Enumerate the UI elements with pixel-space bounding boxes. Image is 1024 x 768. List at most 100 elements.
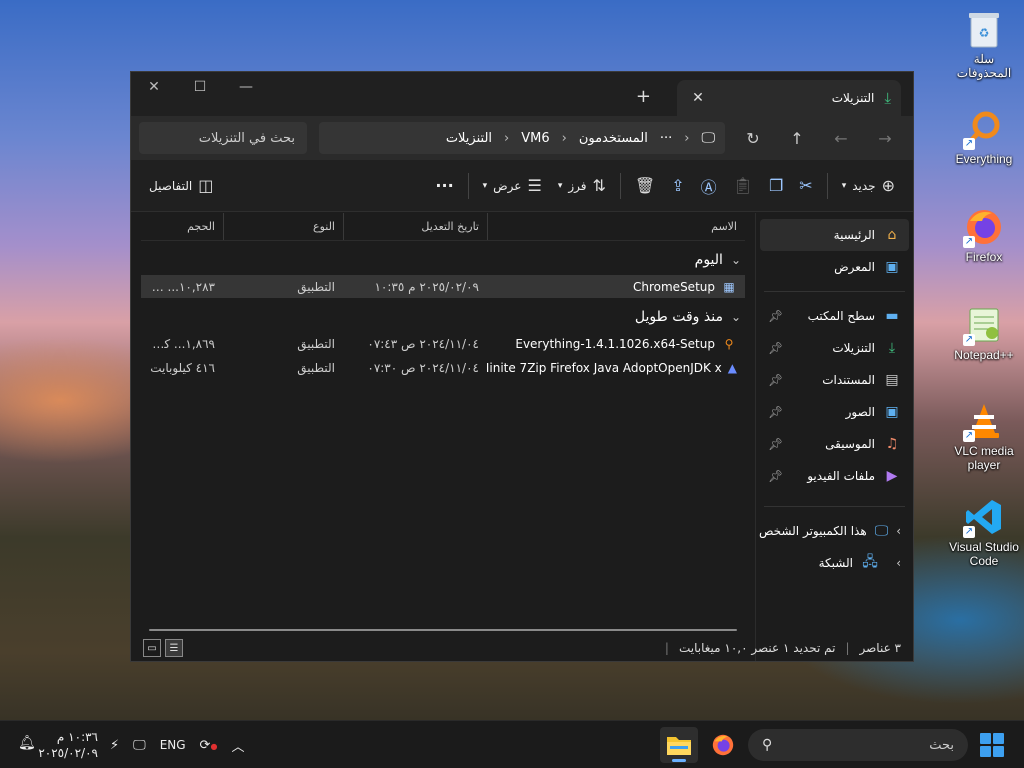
sidebar-item-this-pc[interactable]: › 🖵 هذا الكمبيوتر الشخص: [758, 515, 909, 547]
cut-button[interactable]: ✂: [791, 170, 820, 202]
more-options-button[interactable]: ···: [427, 170, 461, 202]
column-header-size[interactable]: الحجم: [141, 213, 223, 240]
desktop-icon-everything[interactable]: ↗ Everything: [946, 108, 1022, 166]
pin-icon[interactable]: 📌︎: [768, 373, 783, 387]
search-placeholder: بحث في التنزيلات: [198, 130, 295, 146]
chevron-icon: ‹: [561, 130, 567, 146]
sidebar-item-label: المستندات: [822, 373, 875, 387]
start-button[interactable]: [980, 733, 1004, 757]
details-label: التفاصيل: [149, 178, 193, 193]
arrow-up-icon: ↑: [790, 128, 804, 148]
group-title: اليوم: [694, 252, 723, 268]
maximize-button[interactable]: ☐: [177, 72, 223, 102]
desktop-icon-vlc[interactable]: ↗ VLC media player: [946, 400, 1022, 472]
sidebar-item-label: هذا الكمبيوتر الشخص: [758, 524, 867, 538]
column-header-type[interactable]: النوع: [223, 213, 343, 240]
clipboard-icon: 📋︎: [732, 176, 753, 195]
sidebar-item-documents[interactable]: ▤ المستندات 📌︎: [760, 364, 909, 396]
new-button[interactable]: ⊕ جديد ▾: [834, 170, 903, 202]
desktop-icon-notepadpp[interactable]: ↗ Notepad++: [946, 304, 1022, 362]
vscode-icon: ↗: [963, 496, 1005, 538]
shortcut-arrow-icon: ↗: [963, 138, 975, 150]
share-button[interactable]: ⇪: [663, 170, 692, 202]
taskbar-search[interactable]: بحث ⚲: [748, 729, 968, 761]
close-window-button[interactable]: ✕: [131, 72, 177, 102]
sort-button[interactable]: ⇅ فرز ▾: [550, 170, 614, 202]
taskbar-firefox[interactable]: [704, 727, 742, 763]
up-button[interactable]: ↑: [777, 122, 817, 154]
trash-icon: 🗑︎: [634, 176, 656, 195]
delete-button[interactable]: 🗑︎: [627, 170, 663, 202]
rename-button[interactable]: Ⓐ: [693, 170, 725, 202]
minimize-button[interactable]: —: [223, 72, 269, 102]
folder-icon: [667, 737, 691, 755]
breadcrumb-downloads[interactable]: التنزيلات: [446, 131, 492, 146]
tab-downloads[interactable]: ⤓ التنزيلات ✕: [677, 80, 901, 116]
view-switcher: ▭ ☰: [143, 639, 183, 657]
desktop-icon-vscode[interactable]: ↗ Visual Studio Code: [946, 496, 1022, 568]
paste-button[interactable]: 📋︎: [725, 170, 761, 202]
rename-icon: Ⓐ: [700, 177, 717, 197]
view-label: عرض: [493, 178, 522, 193]
breadcrumb-users[interactable]: المستخدمون: [579, 131, 648, 146]
sidebar-item-home[interactable]: ⌂ الرئيسية: [760, 219, 909, 251]
downloads-icon: ⤓: [888, 340, 896, 356]
desktop-icon-firefox[interactable]: ↗ Firefox: [946, 206, 1022, 264]
sidebar-item-desktop[interactable]: ▬ سطح المكتب 📌︎: [760, 300, 909, 332]
sidebar-item-pictures[interactable]: ▣ الصور 📌︎: [760, 396, 909, 428]
address-bar[interactable]: 🖵 ‹ ··· المستخدمون ‹ VM6 ‹ التنزيلات: [319, 122, 725, 154]
group-header-today[interactable]: ⌄ اليوم: [141, 245, 745, 275]
group-header-long-ago[interactable]: ⌄ منذ وقت طويل: [141, 302, 745, 332]
file-row[interactable]: ▲ Ninite 7Zip Firefox Java AdoptOpenJDK …: [141, 356, 745, 379]
language-indicator[interactable]: ENG: [160, 738, 186, 752]
pin-icon[interactable]: 📌︎: [768, 405, 783, 419]
search-box[interactable]: بحث في التنزيلات: [139, 122, 307, 154]
details-button[interactable]: ◫ التفاصيل: [141, 170, 221, 202]
wifi-icon[interactable]: ⚡︎: [110, 738, 119, 753]
sidebar-item-downloads[interactable]: ⤓ التنزيلات 📌︎: [760, 332, 909, 364]
column-header-name[interactable]: الاسم: [487, 213, 745, 240]
windows-logo-pane: [980, 733, 991, 744]
file-size: ١٠,٢٨٣... كيلو: [144, 279, 215, 294]
chevron-left-icon[interactable]: ›: [896, 524, 901, 538]
details-view-button[interactable]: ☰: [165, 639, 183, 657]
sidebar-item-label: الصور: [845, 405, 875, 419]
breadcrumb-more[interactable]: ···: [660, 131, 672, 146]
chevron-left-icon[interactable]: ›: [887, 556, 901, 570]
desktop-icon-recycle-bin[interactable]: ♻ سلة المحذوفات: [946, 8, 1022, 80]
refresh-button[interactable]: ↻: [733, 122, 773, 154]
tab-close-button[interactable]: ✕: [687, 90, 709, 106]
network-icon: 🖧: [862, 554, 878, 570]
taskbar-file-explorer[interactable]: [660, 727, 698, 763]
pin-icon[interactable]: 📌︎: [768, 341, 783, 355]
copy-button[interactable]: ❐: [761, 170, 791, 202]
update-icon[interactable]: ⟳●: [200, 738, 218, 753]
view-button[interactable]: ☰ عرض ▾: [475, 170, 550, 202]
navigation-pane: ⌂ الرئيسية ▣ المعرض ▬ سطح المكتب 📌︎ ⤓ ال…: [755, 213, 913, 661]
scissors-icon: ✂: [799, 176, 813, 195]
sidebar-item-videos[interactable]: ▶ ملفات الفيديو 📌︎: [760, 460, 909, 492]
large-icons-view-button[interactable]: ▭: [143, 639, 161, 657]
sidebar-item-network[interactable]: › 🖧 الشبكة: [760, 547, 909, 579]
column-header-date[interactable]: تاريخ التعديل: [343, 213, 487, 240]
desktop-icon: ▬: [885, 308, 899, 324]
pin-icon[interactable]: 📌︎: [768, 469, 783, 483]
pin-icon[interactable]: 📌︎: [768, 309, 783, 323]
forward-button[interactable]: ←: [821, 122, 861, 154]
search-icon: ⚲: [762, 737, 773, 753]
notification-bell-icon[interactable]: 🔔︎: [18, 735, 36, 751]
new-tab-button[interactable]: +: [636, 86, 651, 107]
horizontal-scrollbar[interactable]: [149, 629, 737, 631]
file-row[interactable]: ⚲ Everything-1.4.1.1026.x64-Setup ٢٠٢٤/١…: [141, 332, 745, 355]
sidebar-item-gallery[interactable]: ▣ المعرض: [760, 251, 909, 283]
back-button[interactable]: →: [865, 122, 905, 154]
file-row[interactable]: ▦ ChromeSetup ٢٠٢٥/٠٢/٠٩ م ١٠:٣٥ التطبيق…: [141, 275, 745, 298]
clock[interactable]: ١٠:٣٦ م ٢٠٢٥/٠٢/٠٩: [38, 729, 98, 761]
monitor-icon[interactable]: 🖵: [133, 738, 146, 753]
chevron-up-icon[interactable]: ︿: [231, 736, 244, 755]
chevron-down-icon: ⌄: [730, 310, 741, 324]
pin-icon[interactable]: 📌︎: [768, 437, 783, 451]
tab-title: التنزيلات: [831, 91, 875, 105]
sidebar-item-music[interactable]: ♫ الموسيقى 📌︎: [760, 428, 909, 460]
breadcrumb-vm6[interactable]: VM6: [521, 131, 549, 146]
